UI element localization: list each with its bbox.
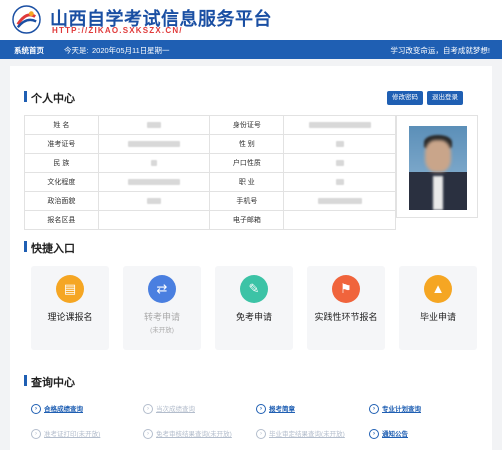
redacted-value bbox=[128, 140, 181, 147]
field-value bbox=[97, 191, 211, 211]
field-label: 户口性质 bbox=[209, 153, 285, 173]
table-row: 民 族 户口性质 bbox=[24, 153, 396, 173]
current-date: 2020年05月11日 bbox=[92, 46, 148, 55]
avatar bbox=[409, 126, 467, 210]
link-icon: › bbox=[31, 429, 41, 440]
link-icon: › bbox=[369, 404, 379, 415]
field-value bbox=[283, 210, 396, 230]
graduation-cap-icon: ▲ bbox=[424, 275, 452, 303]
field-value bbox=[283, 153, 396, 173]
field-label: 性 别 bbox=[209, 134, 285, 154]
flag-icon: ⚑ bbox=[332, 275, 360, 303]
date-label: 今天是: bbox=[64, 46, 89, 55]
link-icon: › bbox=[369, 429, 379, 440]
site-logo-icon bbox=[12, 5, 41, 34]
field-value bbox=[97, 134, 211, 154]
query-label: 专业计划查询 bbox=[382, 406, 421, 413]
section-title-quick: 快捷入口 bbox=[24, 240, 75, 256]
field-label: 手机号 bbox=[209, 191, 285, 211]
current-weekday: 星期一 bbox=[147, 46, 170, 55]
table-row: 报名区县 电子邮箱 bbox=[24, 210, 396, 230]
field-value bbox=[97, 210, 211, 230]
redacted-value bbox=[335, 159, 344, 166]
link-icon: › bbox=[143, 429, 153, 440]
redacted-value bbox=[151, 159, 158, 166]
section-title-query: 查询中心 bbox=[24, 374, 75, 390]
profile-table: 姓 名 身份证号 准考证号 性 别 民 族 户口性质 文化程度 职 业 政治面貌 bbox=[24, 115, 396, 230]
table-row: 文化程度 职 业 bbox=[24, 172, 396, 192]
redacted-value bbox=[308, 121, 371, 128]
section-title-profile: 个人中心 bbox=[24, 90, 75, 106]
query-label: 合格成绩查询 bbox=[44, 406, 83, 413]
query-link-graduation-result[interactable]: › 毕业审定结果查询(未开放) bbox=[256, 428, 345, 440]
table-row: 准考证号 性 别 bbox=[24, 134, 396, 154]
field-value bbox=[283, 172, 396, 192]
card-label: 免考申请 bbox=[235, 312, 272, 322]
query-link-qualified-scores[interactable]: › 合格成绩查询 bbox=[31, 403, 83, 415]
redacted-value bbox=[335, 140, 344, 147]
query-link-notices[interactable]: › 通知公告 bbox=[369, 428, 408, 440]
field-label: 姓 名 bbox=[24, 115, 99, 135]
field-value bbox=[283, 115, 396, 135]
field-label: 民 族 bbox=[24, 153, 99, 173]
nav-home-link[interactable]: 系统首页 bbox=[14, 45, 44, 56]
field-label: 准考证号 bbox=[24, 134, 99, 154]
query-label: 通知公告 bbox=[382, 431, 408, 438]
quick-card-practice-registration[interactable]: ⚑ 实践性环节报名 bbox=[307, 266, 385, 350]
change-password-button[interactable]: 修改密码 bbox=[387, 91, 423, 105]
field-value bbox=[97, 153, 211, 173]
card-sublabel: (未开放) bbox=[150, 327, 174, 334]
field-value bbox=[97, 172, 211, 192]
field-label: 电子邮箱 bbox=[209, 210, 285, 230]
site-url[interactable]: HTTP://ZIKAO.SXKSZX.CN/ bbox=[52, 26, 183, 35]
query-link-current-scores[interactable]: › 当次成绩查询 bbox=[143, 403, 195, 415]
card-label: 转考申请 bbox=[143, 312, 180, 322]
link-icon: › bbox=[143, 404, 153, 415]
field-value bbox=[283, 134, 396, 154]
query-link-admission-ticket[interactable]: › 准考证打印(未开放) bbox=[31, 428, 101, 440]
field-label: 报名区县 bbox=[24, 210, 99, 230]
query-label: 准考证打印(未开放) bbox=[44, 431, 101, 438]
redacted-value bbox=[335, 178, 344, 185]
redacted-value bbox=[317, 197, 362, 204]
document-icon: ▤ bbox=[56, 275, 84, 303]
slogan: 学习改变命运，自考成就梦想! bbox=[390, 46, 490, 55]
main-panel: 个人中心 修改密码 退出登录 姓 名 身份证号 准考证号 性 别 民 族 户口性… bbox=[10, 66, 492, 450]
logout-button[interactable]: 退出登录 bbox=[427, 91, 463, 105]
quick-card-exemption[interactable]: ✎ 免考申请 bbox=[215, 266, 293, 350]
link-icon: › bbox=[256, 404, 266, 415]
field-label: 政治面貌 bbox=[24, 191, 99, 211]
card-label: 实践性环节报名 bbox=[314, 312, 378, 322]
redacted-value bbox=[147, 121, 162, 128]
query-link-major-plan[interactable]: › 专业计划查询 bbox=[369, 403, 421, 415]
field-value bbox=[283, 191, 396, 211]
card-label: 理论课报名 bbox=[47, 312, 93, 322]
photo-frame bbox=[396, 115, 478, 218]
table-row: 政治面貌 手机号 bbox=[24, 191, 396, 211]
query-label: 报考简章 bbox=[269, 406, 295, 413]
table-row: 姓 名 身份证号 bbox=[24, 115, 396, 135]
quick-card-graduation[interactable]: ▲ 毕业申请 bbox=[399, 266, 477, 350]
query-link-exam-guide[interactable]: › 报考简章 bbox=[256, 403, 295, 415]
quick-card-transfer[interactable]: ⇄ 转考申请 (未开放) bbox=[123, 266, 201, 350]
edit-icon: ✎ bbox=[240, 275, 268, 303]
query-label: 免考审核结果查询(未开放) bbox=[156, 431, 232, 438]
query-link-exemption-result[interactable]: › 免考审核结果查询(未开放) bbox=[143, 428, 232, 440]
redacted-value bbox=[147, 197, 162, 204]
field-value bbox=[97, 115, 211, 135]
query-label: 当次成绩查询 bbox=[156, 406, 195, 413]
field-label: 文化程度 bbox=[24, 172, 99, 192]
quick-card-theory-registration[interactable]: ▤ 理论课报名 bbox=[31, 266, 109, 350]
top-navbar: 系统首页 今天是: 2020年05月11日 星期一 学习改变命运，自考成就梦想! bbox=[0, 40, 502, 59]
field-label: 职 业 bbox=[209, 172, 285, 192]
transfer-icon: ⇄ bbox=[148, 275, 176, 303]
link-icon: › bbox=[31, 404, 41, 415]
query-label: 毕业审定结果查询(未开放) bbox=[269, 431, 345, 438]
link-icon: › bbox=[256, 429, 266, 440]
redacted-value bbox=[128, 178, 181, 185]
site-header: 山西自学考试信息服务平台 HTTP://ZIKAO.SXKSZX.CN/ bbox=[0, 0, 502, 40]
field-label: 身份证号 bbox=[209, 115, 285, 135]
card-label: 毕业申请 bbox=[419, 312, 456, 322]
